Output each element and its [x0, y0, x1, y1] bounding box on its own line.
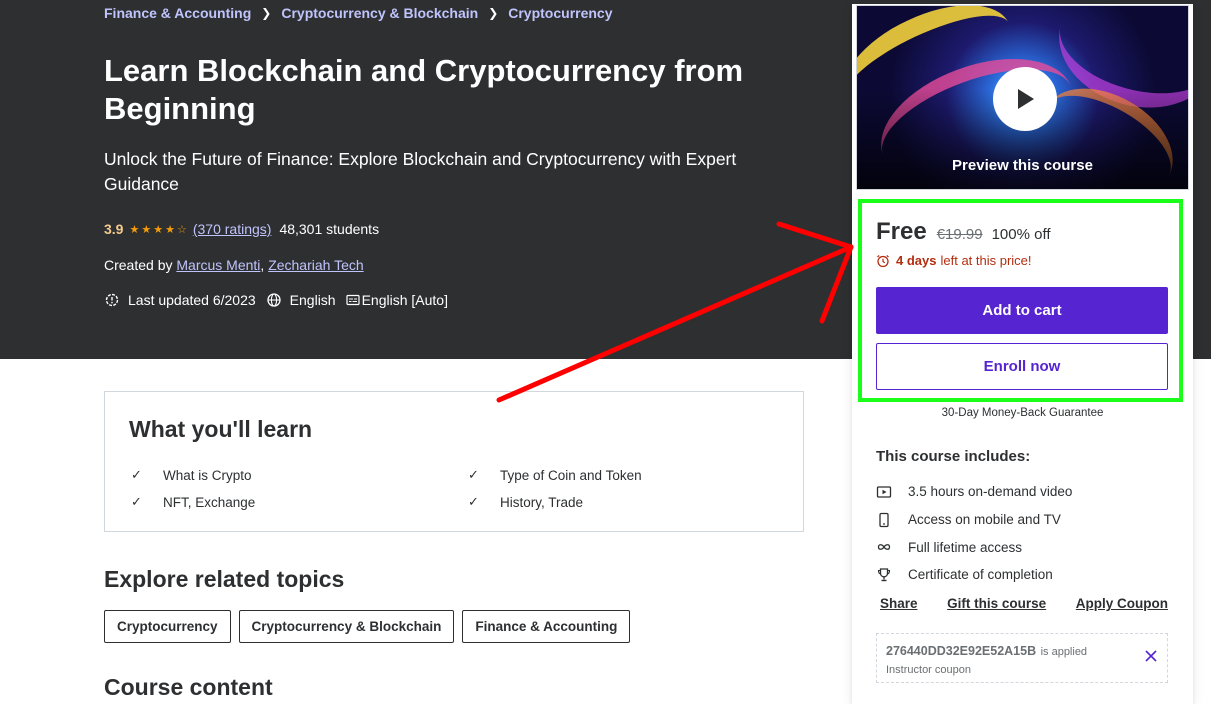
includes-item: Full lifetime access — [876, 533, 1072, 561]
coupon-applied-text: is applied — [1040, 646, 1088, 658]
globe-icon — [267, 293, 281, 307]
play-button[interactable] — [993, 67, 1057, 131]
rating-row: 3.9 ★ ★ ★ ★ ☆ (370 ratings) 48,301 stude… — [104, 221, 379, 237]
money-back-guarantee: 30-Day Money-Back Guarantee — [941, 407, 1104, 419]
star-full-icon: ★ — [153, 223, 164, 236]
star-full-icon: ★ — [141, 223, 152, 236]
mobile-icon — [879, 512, 889, 527]
last-updated: Last updated 6/2023 — [128, 292, 256, 308]
course-meta: Last updated 6/2023 English English [Aut… — [104, 292, 458, 308]
rating-value: 3.9 — [104, 221, 124, 237]
apply-coupon-link[interactable]: Apply Coupon — [1076, 596, 1168, 611]
learn-item: ✓ What is Crypto — [131, 467, 252, 483]
topic-button[interactable]: Cryptocurrency & Blockchain — [238, 610, 455, 643]
infinity-icon — [877, 544, 891, 551]
star-full-icon: ★ — [129, 223, 140, 236]
course-title: Learn Blockchain and Cryptocurrency from… — [104, 53, 744, 126]
breadcrumb-cryptocurrency-blockchain[interactable]: Cryptocurrency & Blockchain — [281, 5, 478, 21]
topic-button[interactable]: Cryptocurrency — [104, 610, 231, 643]
star-empty-icon: ☆ — [176, 223, 187, 236]
course-subtitle: Unlock the Future of Finance: Explore Bl… — [104, 149, 737, 194]
created-by-label: Created by — [104, 257, 173, 273]
course-preview-video[interactable]: Preview this course — [856, 5, 1189, 190]
ratings-count-link[interactable]: (370 ratings) — [193, 221, 272, 237]
star-full-icon: ★ — [165, 223, 175, 236]
created-by: Created by Marcus Menti, Zechariah Tech — [104, 257, 364, 273]
play-icon — [1018, 89, 1034, 109]
includes-title: This course includes: — [876, 448, 1031, 465]
what-you-learn-box: What you'll learn ✓ What is Crypto ✓ Typ… — [104, 391, 804, 532]
applied-coupon: 276440DD32E92E52A15B is applied Instruct… — [876, 633, 1168, 683]
trophy-icon — [877, 568, 891, 582]
check-icon: ✓ — [468, 494, 479, 509]
gift-course-link[interactable]: Gift this course — [947, 596, 1046, 611]
includes-item: Access on mobile and TV — [876, 506, 1072, 534]
highlight-box-annotation — [858, 199, 1183, 402]
check-icon: ✓ — [468, 467, 479, 482]
check-icon: ✓ — [131, 494, 142, 509]
learn-item: ✓ Type of Coin and Token — [468, 467, 642, 483]
instructor-link[interactable]: Zechariah Tech — [268, 257, 363, 273]
instructor-link[interactable]: Marcus Menti — [176, 257, 260, 273]
closed-captions-icon — [345, 294, 360, 306]
includes-item: Certificate of completion — [876, 561, 1072, 589]
coupon-code: 276440DD32E92E52A15B — [886, 644, 1037, 658]
close-icon[interactable] — [1145, 650, 1157, 662]
learn-item: ✓ History, Trade — [468, 494, 584, 510]
breadcrumb-finance-accounting[interactable]: Finance & Accounting — [104, 5, 251, 21]
captions-language: English [Auto] — [361, 292, 448, 308]
learn-item: ✓ NFT, Exchange — [131, 494, 256, 510]
coupon-type: Instructor coupon — [886, 664, 971, 676]
video-icon — [876, 486, 892, 498]
preview-course-label[interactable]: Preview this course — [857, 157, 1188, 174]
what-you-learn-title: What you'll learn — [129, 416, 313, 442]
chevron-right-icon: ❯ — [261, 6, 272, 20]
share-link[interactable]: Share — [880, 596, 918, 611]
breadcrumb: Finance & Accounting ❯ Cryptocurrency & … — [104, 5, 613, 21]
breadcrumb-cryptocurrency[interactable]: Cryptocurrency — [508, 5, 612, 21]
related-topics-title: Explore related topics — [104, 566, 345, 592]
chevron-right-icon: ❯ — [488, 6, 499, 20]
star-rating: ★ ★ ★ ★ ☆ — [129, 223, 186, 236]
students-count: 48,301 students — [279, 221, 380, 237]
language: English — [289, 292, 336, 308]
alert-badge-icon — [105, 293, 119, 307]
includes-item: 3.5 hours on-demand video — [876, 478, 1072, 506]
topic-button[interactable]: Finance & Accounting — [462, 610, 631, 643]
related-topics: Cryptocurrency Cryptocurrency & Blockcha… — [104, 610, 631, 643]
sidebar-links: Share Gift this course Apply Coupon — [880, 596, 1168, 611]
check-icon: ✓ — [131, 467, 142, 482]
includes-list: 3.5 hours on-demand video Access on mobi… — [876, 478, 1072, 589]
